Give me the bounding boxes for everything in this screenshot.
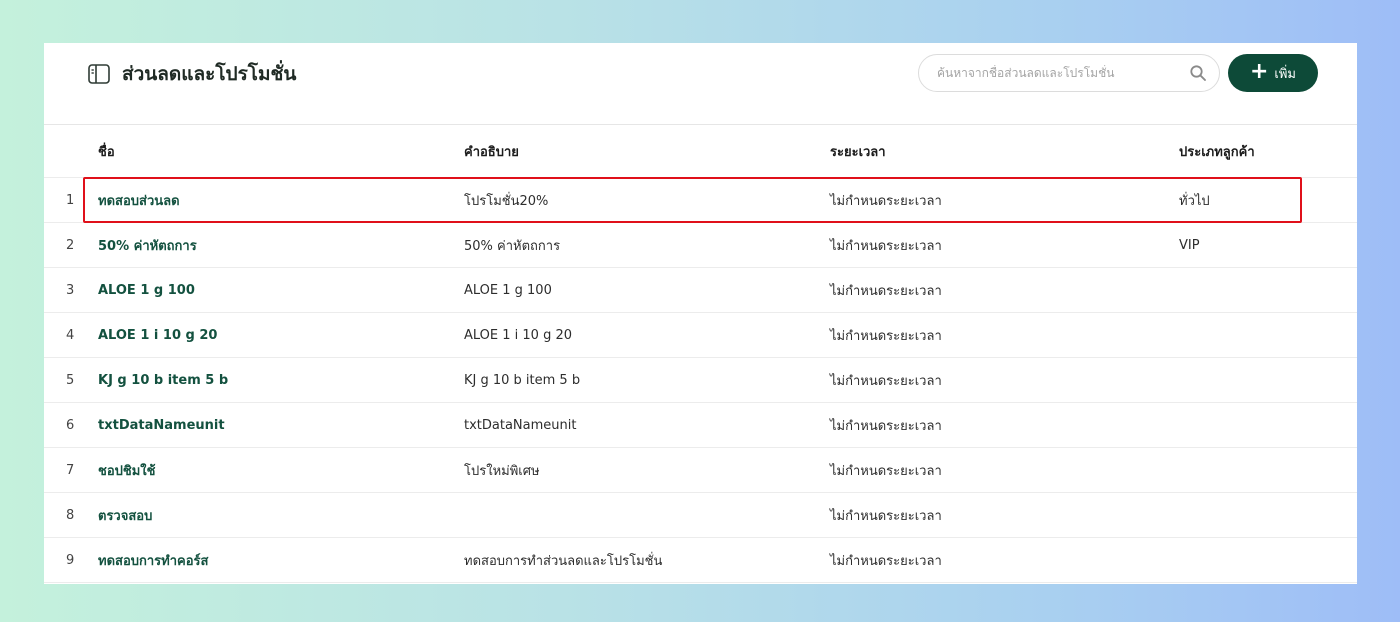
table-row[interactable]: 7 ชอปชิมใช้ โปรใหม่พิเศษ ไม่กำหนดระยะเวล… [44,448,1357,493]
table-row[interactable]: 1 ทดสอบส่วนลด โปรโมชั่น20% ไม่กำหนดระยะเ… [44,178,1357,223]
row-customer-type: VIP [1179,237,1200,253]
table-row[interactable]: 4 ALOE 1 i 10 g 20 ALOE 1 i 10 g 20 ไม่ก… [44,313,1357,358]
title-group: ส่วนลดและโปรโมชั่น [88,59,296,89]
add-button[interactable]: + เพิ่ม [1228,54,1318,92]
row-name[interactable]: ทดสอบการทำคอร์ส [98,538,208,582]
row-period: ไม่กำหนดระยะเวลา [830,553,942,569]
row-name[interactable]: ALOE 1 g 100 [98,268,195,312]
column-header-customer-type: ประเภทลูกค้า [1179,144,1255,160]
row-description: txtDataNameunit [464,417,577,433]
row-name[interactable]: ชอปชิมใช้ [98,448,155,492]
table-row[interactable]: 3 ALOE 1 g 100 ALOE 1 g 100 ไม่กำหนดระยะ… [44,268,1357,313]
promotions-card: ส่วนลดและโปรโมชั่น + เพิ่ม ชื่อ คำอธิบาย… [44,43,1357,584]
row-period: ไม่กำหนดระยะเวลา [830,463,942,479]
column-header-period: ระยะเวลา [830,144,886,160]
row-name[interactable]: txtDataNameunit [98,403,225,447]
table-row[interactable]: 9 ทดสอบการทำคอร์ส ทดสอบการทำส่วนลดและโปร… [44,538,1357,583]
column-header-description: คำอธิบาย [464,144,519,160]
table-row[interactable]: 5 KJ g 10 b item 5 b KJ g 10 b item 5 b … [44,358,1357,403]
row-description: 50% ค่าหัตถการ [464,238,561,254]
row-period: ไม่กำหนดระยะเวลา [830,193,942,209]
column-header-name: ชื่อ [98,144,115,160]
row-description: KJ g 10 b item 5 b [464,372,581,388]
add-button-label: เพิ่ม [1274,66,1297,82]
row-name[interactable]: ตรวจสอบ [98,493,152,537]
row-period: ไม่กำหนดระยะเวลา [830,283,942,299]
row-name[interactable]: 50% ค่าหัตถการ [98,223,197,267]
table-row[interactable]: 6 txtDataNameunit txtDataNameunit ไม่กำห… [44,403,1357,448]
row-name[interactable]: ทดสอบส่วนลด [98,178,180,222]
search-input[interactable] [935,65,1189,81]
row-description: ALOE 1 i 10 g 20 [464,327,572,343]
table-row[interactable]: 2 50% ค่าหัตถการ 50% ค่าหัตถการ ไม่กำหนด… [44,223,1357,268]
row-description: โปรใหม่พิเศษ [464,463,540,479]
page-header: ส่วนลดและโปรโมชั่น + เพิ่ม [44,43,1357,123]
table-row[interactable]: 8 ตรวจสอบ ไม่กำหนดระยะเวลา [44,493,1357,538]
page-title: ส่วนลดและโปรโมชั่น [122,63,297,85]
row-description: ทดสอบการทำส่วนลดและโปรโมชั่น [464,553,663,569]
search-box[interactable] [918,54,1220,92]
table-header: ชื่อ คำอธิบาย ระยะเวลา ประเภทลูกค้า [44,125,1357,178]
row-period: ไม่กำหนดระยะเวลา [830,328,942,344]
row-period: ไม่กำหนดระยะเวลา [830,373,942,389]
row-description: โปรโมชั่น20% [464,193,549,209]
row-name[interactable]: ALOE 1 i 10 g 20 [98,313,217,357]
search-icon[interactable] [1189,64,1207,82]
row-period: ไม่กำหนดระยะเวลา [830,508,942,524]
row-name[interactable]: KJ g 10 b item 5 b [98,358,228,402]
sidebar-panel-icon[interactable] [88,64,110,84]
plus-icon: + [1249,59,1269,84]
row-customer-type: ทั่วไป [1179,193,1210,209]
row-period: ไม่กำหนดระยะเวลา [830,418,942,434]
row-period: ไม่กำหนดระยะเวลา [830,238,942,254]
promotions-table: ชื่อ คำอธิบาย ระยะเวลา ประเภทลูกค้า 1 ทด… [44,124,1357,583]
row-description: ALOE 1 g 100 [464,282,552,298]
